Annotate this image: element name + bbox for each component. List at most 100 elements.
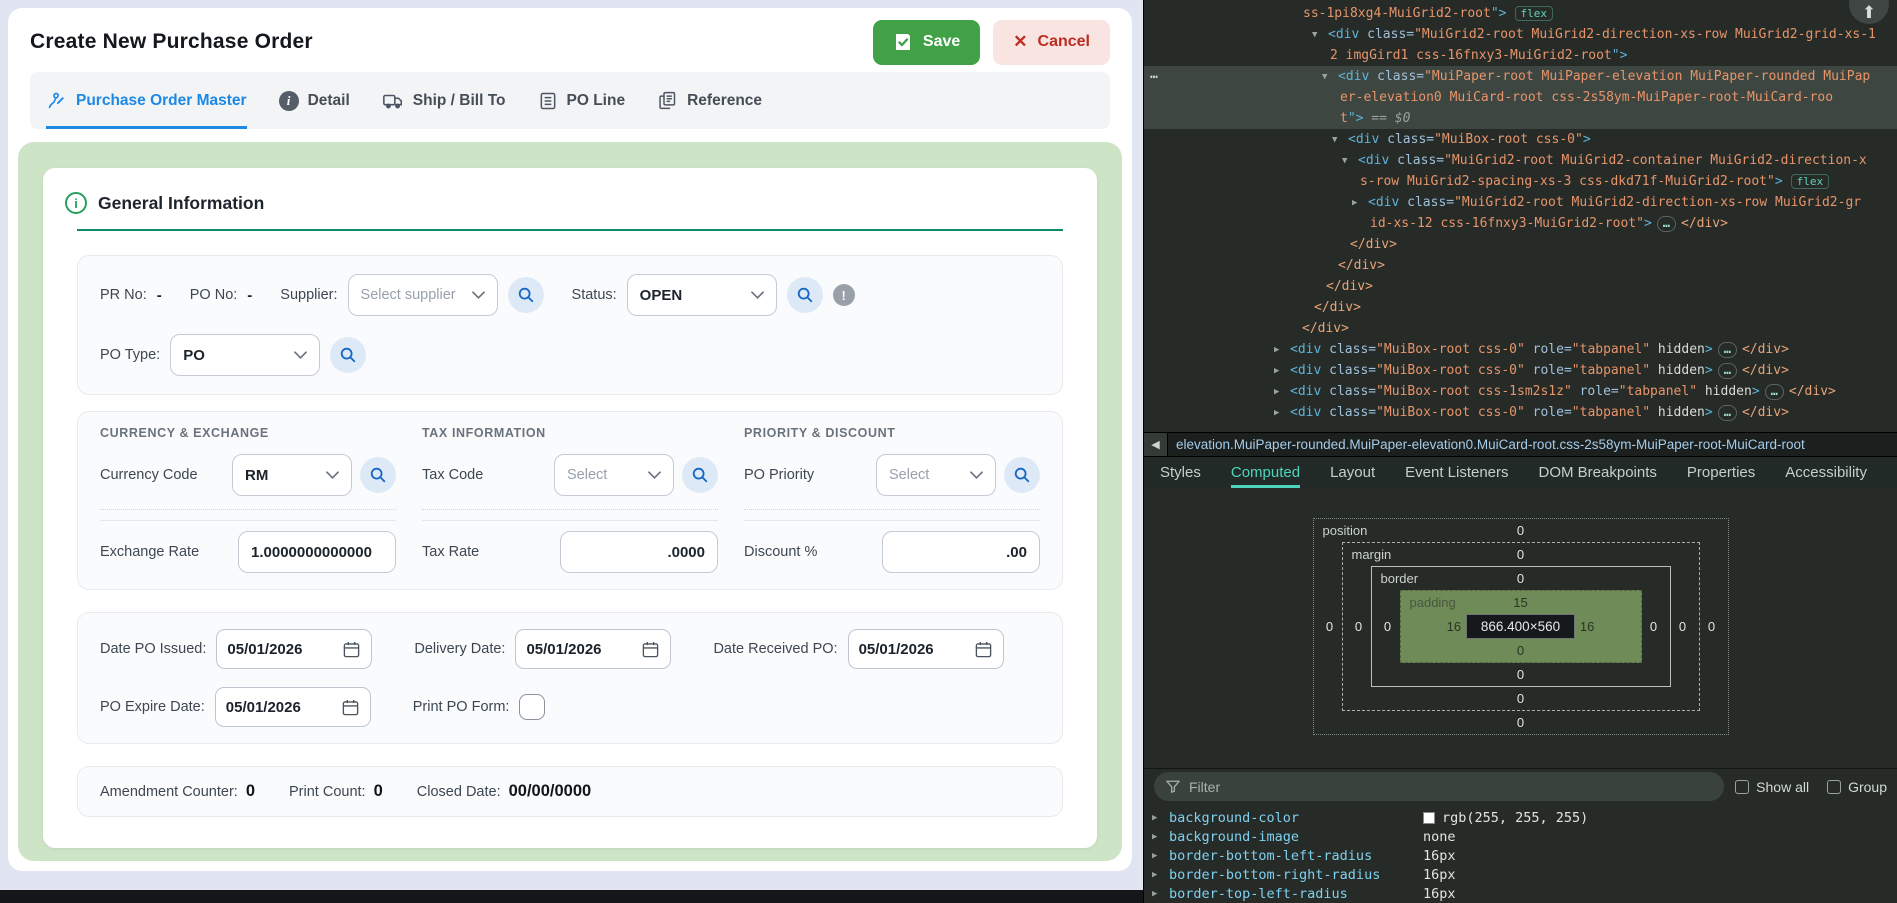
- dom-tree-line[interactable]: </div>: [1144, 234, 1897, 255]
- breadcrumb-text[interactable]: elevation.MuiPaper-rounded.MuiPaper-elev…: [1176, 437, 1805, 452]
- tab-po-line[interactable]: PO Line: [538, 72, 626, 129]
- code-token: role=: [1525, 363, 1572, 378]
- tax-rate-input[interactable]: .0000: [560, 531, 718, 573]
- expand-arrow-icon[interactable]: ▶: [1352, 193, 1368, 214]
- expand-children-button[interactable]: …: [1718, 405, 1737, 421]
- dom-tree-line[interactable]: </div>: [1144, 276, 1897, 297]
- currency-code-select[interactable]: RM: [232, 454, 352, 496]
- dom-tree-line[interactable]: 2 imgGird1 css-16fnxy3-MuiGrid2-root">: [1144, 45, 1897, 66]
- devtools-tab-layout[interactable]: Layout: [1330, 457, 1375, 488]
- code-token: role=: [1525, 405, 1572, 420]
- expand-arrow-icon[interactable]: ▶: [1274, 340, 1290, 361]
- code-token: "MuiBox-root css-0": [1376, 342, 1525, 357]
- expand-arrow-icon[interactable]: ▼: [1342, 151, 1358, 172]
- expand-children-button[interactable]: …: [1718, 342, 1737, 358]
- tab-detail[interactable]: i Detail: [279, 72, 350, 129]
- dom-tree-line[interactable]: ▶<div class="MuiBox-root css-0" role="ta…: [1144, 339, 1897, 360]
- search-icon: [796, 286, 814, 304]
- computed-property-row[interactable]: ▶border-bottom-right-radius16px: [1144, 865, 1897, 884]
- date-po-issued-input[interactable]: 05/01/2026: [216, 629, 372, 669]
- dom-tree-line[interactable]: id-xs-12 css-16fnxy3-MuiGrid2-root">…</d…: [1144, 213, 1897, 234]
- po-expire-date-input[interactable]: 05/01/2026: [215, 687, 371, 727]
- dom-tree-line[interactable]: er-elevation0 MuiCard-root css-2s58ym-Mu…: [1144, 87, 1897, 108]
- devtools-tab-properties[interactable]: Properties: [1687, 457, 1755, 488]
- show-all-checkbox[interactable]: Show all: [1735, 779, 1809, 795]
- tax-code-select[interactable]: Select: [554, 454, 674, 496]
- expand-arrow-icon[interactable]: ▶: [1274, 361, 1290, 382]
- expand-children-button[interactable]: …: [1765, 384, 1784, 400]
- discount-input[interactable]: .00: [882, 531, 1040, 573]
- dom-tree-line[interactable]: ▼<div class="MuiGrid2-root MuiGrid2-dire…: [1144, 24, 1897, 45]
- dom-tree-line[interactable]: t"> == $0: [1144, 108, 1897, 129]
- expand-arrow-icon[interactable]: ▼: [1332, 130, 1348, 151]
- date-received-po-input[interactable]: 05/01/2026: [848, 629, 1004, 669]
- code-token: class=: [1389, 153, 1444, 168]
- po-priority-search-button[interactable]: [1004, 457, 1040, 493]
- currency-search-button[interactable]: [360, 457, 396, 493]
- search-icon: [517, 286, 535, 304]
- group-checkbox[interactable]: Group: [1827, 779, 1887, 795]
- code-token: "tabpanel": [1572, 363, 1650, 378]
- dom-tree-line[interactable]: ▶<div class="MuiBox-root css-1sm2s1z" ro…: [1144, 381, 1897, 402]
- dom-tree-line[interactable]: ▶<div class="MuiBox-root css-0" role="ta…: [1144, 360, 1897, 381]
- expand-arrow-icon[interactable]: ▶: [1152, 832, 1169, 842]
- cancel-button[interactable]: ✕ Cancel: [993, 20, 1110, 65]
- tab-ship-bill-to[interactable]: Ship / Bill To: [382, 72, 506, 129]
- devtools-tab-styles[interactable]: Styles: [1160, 457, 1201, 488]
- expand-arrow-icon[interactable]: ▶: [1274, 382, 1290, 403]
- devtools-tab-accessibility[interactable]: Accessibility: [1785, 457, 1867, 488]
- computed-property-row[interactable]: ▶background-imagenone: [1144, 827, 1897, 846]
- print-po-form-checkbox[interactable]: [519, 694, 545, 720]
- devtools-tab-event-listeners[interactable]: Event Listeners: [1405, 457, 1508, 488]
- computed-property-row[interactable]: ▶background-colorrgb(255, 255, 255): [1144, 808, 1897, 827]
- po-type-search-button[interactable]: [330, 337, 366, 373]
- expand-arrow-icon[interactable]: ▶: [1152, 813, 1169, 823]
- expand-children-button[interactable]: …: [1718, 363, 1737, 379]
- cancel-x-icon: ✕: [1013, 32, 1027, 52]
- dom-tree-line[interactable]: </div>: [1144, 255, 1897, 276]
- status-select[interactable]: OPEN: [627, 274, 777, 316]
- dom-tree-line[interactable]: </div>: [1144, 318, 1897, 339]
- flex-badge[interactable]: flex: [1791, 174, 1830, 189]
- dom-tree-line[interactable]: ▼<div class="MuiGrid2-root MuiGrid2-cont…: [1144, 150, 1897, 171]
- dom-tree-line[interactable]: s-row MuiGrid2-spacing-xs-3 css-dkd71f-M…: [1144, 171, 1897, 192]
- expand-arrow-icon[interactable]: ▼: [1322, 67, 1338, 88]
- expand-arrow-icon[interactable]: ▶: [1152, 889, 1169, 899]
- dom-tree-line[interactable]: </div>: [1144, 297, 1897, 318]
- code-token: </div>: [1302, 321, 1349, 336]
- delivery-date-input[interactable]: 05/01/2026: [515, 629, 671, 669]
- filter-input[interactable]: Filter: [1154, 772, 1724, 801]
- dom-tree-line[interactable]: ▶<div class="MuiBox-root css-0" role="ta…: [1144, 402, 1897, 423]
- more-actions-icon[interactable]: …: [1150, 64, 1159, 85]
- dom-tree-line[interactable]: ss-1pi8xg4-MuiGrid2-root">flex: [1144, 3, 1897, 24]
- exchange-rate-input[interactable]: 1.0000000000000: [238, 531, 396, 573]
- po-priority-select[interactable]: Select: [876, 454, 996, 496]
- dom-tree-line[interactable]: …▼<div class="MuiPaper-root MuiPaper-ele…: [1144, 66, 1897, 87]
- computed-property-row[interactable]: ▶border-top-left-radius16px: [1144, 884, 1897, 903]
- tax-rate-label: Tax Rate: [422, 544, 479, 560]
- supplier-select[interactable]: Select supplier: [348, 274, 498, 316]
- computed-property-row[interactable]: ▶border-bottom-left-radius16px: [1144, 846, 1897, 865]
- devtools-tab-dom-breakpoints[interactable]: DOM Breakpoints: [1539, 457, 1657, 488]
- code-token: hidden: [1650, 405, 1705, 420]
- expand-arrow-icon[interactable]: ▼: [1312, 25, 1328, 46]
- po-type-select[interactable]: PO: [170, 334, 320, 376]
- tab-reference[interactable]: Reference: [657, 72, 762, 129]
- status-search-button[interactable]: [787, 277, 823, 313]
- amendment-counter-label: Amendment Counter:: [100, 784, 238, 800]
- supplier-search-button[interactable]: [508, 277, 544, 313]
- dom-tree-line[interactable]: ▶<div class="MuiGrid2-root MuiGrid2-dire…: [1144, 192, 1897, 213]
- expand-arrow-icon[interactable]: ▶: [1152, 870, 1169, 880]
- tax-code-search-button[interactable]: [682, 457, 718, 493]
- expand-children-button[interactable]: …: [1657, 216, 1676, 232]
- expand-arrow-icon[interactable]: ▶: [1152, 851, 1169, 861]
- flex-badge[interactable]: flex: [1515, 6, 1554, 21]
- expand-arrow-icon[interactable]: ▶: [1274, 403, 1290, 424]
- devtools-tab-computed[interactable]: Computed: [1231, 457, 1300, 488]
- breadcrumb-back-button[interactable]: ◀: [1144, 433, 1168, 456]
- status-value: OPEN: [640, 287, 683, 304]
- dom-tree-line[interactable]: ▼<div class="MuiBox-root css-0">: [1144, 129, 1897, 150]
- save-button[interactable]: Save: [873, 20, 980, 65]
- tab-purchase-order-master[interactable]: Purchase Order Master: [46, 72, 247, 129]
- code-token: "MuiGrid2-root MuiGrid2-container MuiGri…: [1444, 153, 1867, 168]
